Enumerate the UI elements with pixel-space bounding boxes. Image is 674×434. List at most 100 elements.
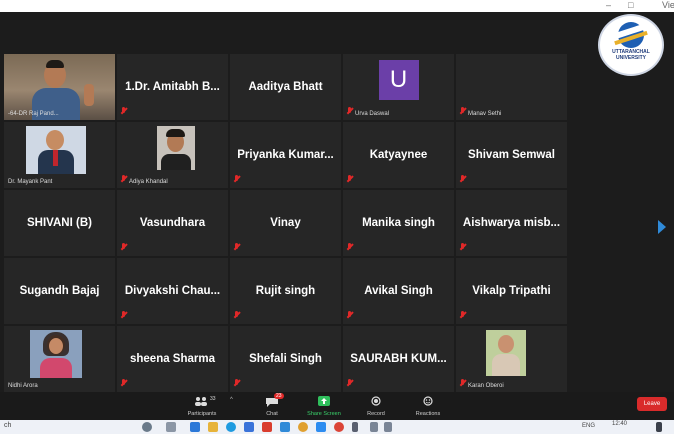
share-screen-label: Share Screen xyxy=(307,411,341,417)
app-icon[interactable] xyxy=(280,422,290,432)
folder-icon[interactable] xyxy=(208,422,218,432)
participant-name: Aishwarya misb... xyxy=(462,217,561,229)
muted-mic-icon xyxy=(121,311,126,319)
participant-name: Shivam Semwal xyxy=(468,149,555,161)
clock[interactable]: 12:40 xyxy=(612,421,627,427)
volume-icon[interactable] xyxy=(384,422,392,432)
chat-button[interactable]: 23 Chat xyxy=(250,393,294,418)
participant-name: SHIVANI (B) xyxy=(27,217,92,229)
caret-up-icon[interactable]: ^ xyxy=(230,397,233,403)
participant-photo xyxy=(30,330,82,378)
participant-tile[interactable]: Sugandh Bajaj xyxy=(4,258,115,324)
record-label: Record xyxy=(367,411,385,417)
chat-label: Chat xyxy=(266,411,278,417)
participant-tile[interactable]: Rujit singh xyxy=(230,258,341,324)
university-logo: UTTARANCHAL UNIVERSITY xyxy=(598,14,664,76)
participant-tile[interactable]: Aaditya Bhatt xyxy=(230,54,341,120)
muted-mic-icon xyxy=(460,379,465,387)
edge-icon[interactable] xyxy=(226,422,236,432)
logo-text: UTTARANCHAL UNIVERSITY xyxy=(612,49,650,61)
minimize-button[interactable]: – xyxy=(606,0,611,10)
muted-mic-icon xyxy=(460,243,465,251)
participant-tile[interactable]: Priyanka Kumar... xyxy=(230,122,341,188)
zoom-icon[interactable] xyxy=(316,422,326,432)
participant-name: Adiya Khandal xyxy=(129,179,168,185)
participant-tile[interactable]: SHIVANI (B) xyxy=(4,190,115,256)
maximize-button[interactable]: □ xyxy=(628,0,633,10)
participant-name: Vikalp Tripathi xyxy=(472,285,551,297)
participant-tile[interactable]: Dr. Mayank Pant xyxy=(4,122,115,188)
task-view-icon[interactable] xyxy=(166,422,176,432)
participant-tile[interactable]: Adiya Khandal xyxy=(117,122,228,188)
muted-mic-icon xyxy=(121,107,126,115)
chevron-up-icon[interactable] xyxy=(352,422,358,432)
participant-tile[interactable]: Karan Oberoi xyxy=(456,326,567,392)
participant-tile[interactable]: Shivam Semwal xyxy=(456,122,567,188)
network-icon[interactable] xyxy=(370,422,378,432)
participant-tile[interactable]: Vasundhara xyxy=(117,190,228,256)
participant-name: Divyakshi Chau... xyxy=(124,285,221,297)
muted-mic-icon xyxy=(121,175,126,183)
participant-photo xyxy=(157,126,195,170)
search-icon[interactable] xyxy=(142,422,152,432)
muted-mic-icon xyxy=(460,311,465,319)
reactions-button[interactable]: Reactions xyxy=(406,394,450,418)
avatar: U xyxy=(378,60,419,100)
participant-name: Sugandh Bajaj xyxy=(19,285,100,297)
muted-mic-icon xyxy=(234,243,239,251)
participant-name: Katyaynee xyxy=(369,149,428,161)
record-icon xyxy=(371,396,381,406)
participant-tile[interactable]: Vikalp Tripathi xyxy=(456,258,567,324)
notifications-icon[interactable] xyxy=(656,422,662,432)
participant-name: Rujit singh xyxy=(255,285,316,297)
muted-mic-icon xyxy=(460,175,465,183)
participant-tile[interactable]: Vinay xyxy=(230,190,341,256)
participant-tile[interactable]: Katyaynee xyxy=(343,122,454,188)
participant-tile[interactable]: Divyakshi Chau... xyxy=(117,258,228,324)
participants-icon xyxy=(195,397,207,406)
share-screen-button[interactable]: Share Screen xyxy=(302,394,346,418)
participant-name: Manav Sethi xyxy=(468,111,502,117)
os-taskbar: ch ENG 12:40 xyxy=(0,420,674,434)
participants-button[interactable]: 33 Participants xyxy=(180,394,224,418)
participant-tile[interactable]: 1.Dr. Amitabh B... xyxy=(117,54,228,120)
participant-name: Vinay xyxy=(270,217,301,229)
participant-tile[interactable]: Manav Sethi xyxy=(456,54,567,120)
participant-photo xyxy=(486,330,526,376)
leave-button[interactable]: Leave xyxy=(637,397,667,411)
participants-label: Participants xyxy=(187,411,217,417)
participant-name: sheena Sharma xyxy=(129,353,215,365)
participant-tile[interactable]: Nidhi Arora xyxy=(4,326,115,392)
participant-tile[interactable]: Aishwarya misb... xyxy=(456,190,567,256)
participant-tile[interactable]: Shefali Singh xyxy=(230,326,341,392)
participant-name: Manika singh xyxy=(362,217,435,229)
next-page-arrow-icon[interactable] xyxy=(658,220,666,234)
app-icon[interactable] xyxy=(262,422,272,432)
taskbar-search-text[interactable]: ch xyxy=(4,422,11,429)
muted-mic-icon xyxy=(121,243,126,251)
muted-mic-icon xyxy=(234,311,239,319)
chrome-icon[interactable] xyxy=(298,422,308,432)
language-indicator[interactable]: ENG xyxy=(582,423,595,429)
app-icon[interactable] xyxy=(334,422,344,432)
participant-name: Avikal Singh xyxy=(364,285,433,297)
app-icon[interactable] xyxy=(190,422,200,432)
window-titlebar: – □ Vie xyxy=(0,0,674,12)
participant-tile[interactable]: Avikal Singh xyxy=(343,258,454,324)
share-screen-icon xyxy=(318,396,330,406)
reactions-icon xyxy=(423,396,433,406)
participant-tile[interactable]: sheena Sharma xyxy=(117,326,228,392)
participant-tile[interactable]: U Urva Daswal xyxy=(343,54,454,120)
participant-tile[interactable]: Manika singh xyxy=(343,190,454,256)
participant-photo xyxy=(26,126,86,174)
participants-count: 33 xyxy=(210,396,216,402)
record-button[interactable]: Record xyxy=(354,394,398,418)
participant-name: -64-DR Raj Pand... xyxy=(8,111,59,117)
participant-tile[interactable]: SAURABH KUM... xyxy=(343,326,454,392)
app-icon[interactable] xyxy=(244,422,254,432)
view-label[interactable]: Vie xyxy=(662,0,674,10)
participant-tile[interactable]: -64-DR Raj Pand... xyxy=(4,54,115,120)
reactions-label: Reactions xyxy=(415,411,441,417)
video-gallery: -64-DR Raj Pand... 1.Dr. Amitabh B... Aa… xyxy=(0,12,674,392)
muted-mic-icon xyxy=(347,107,352,115)
